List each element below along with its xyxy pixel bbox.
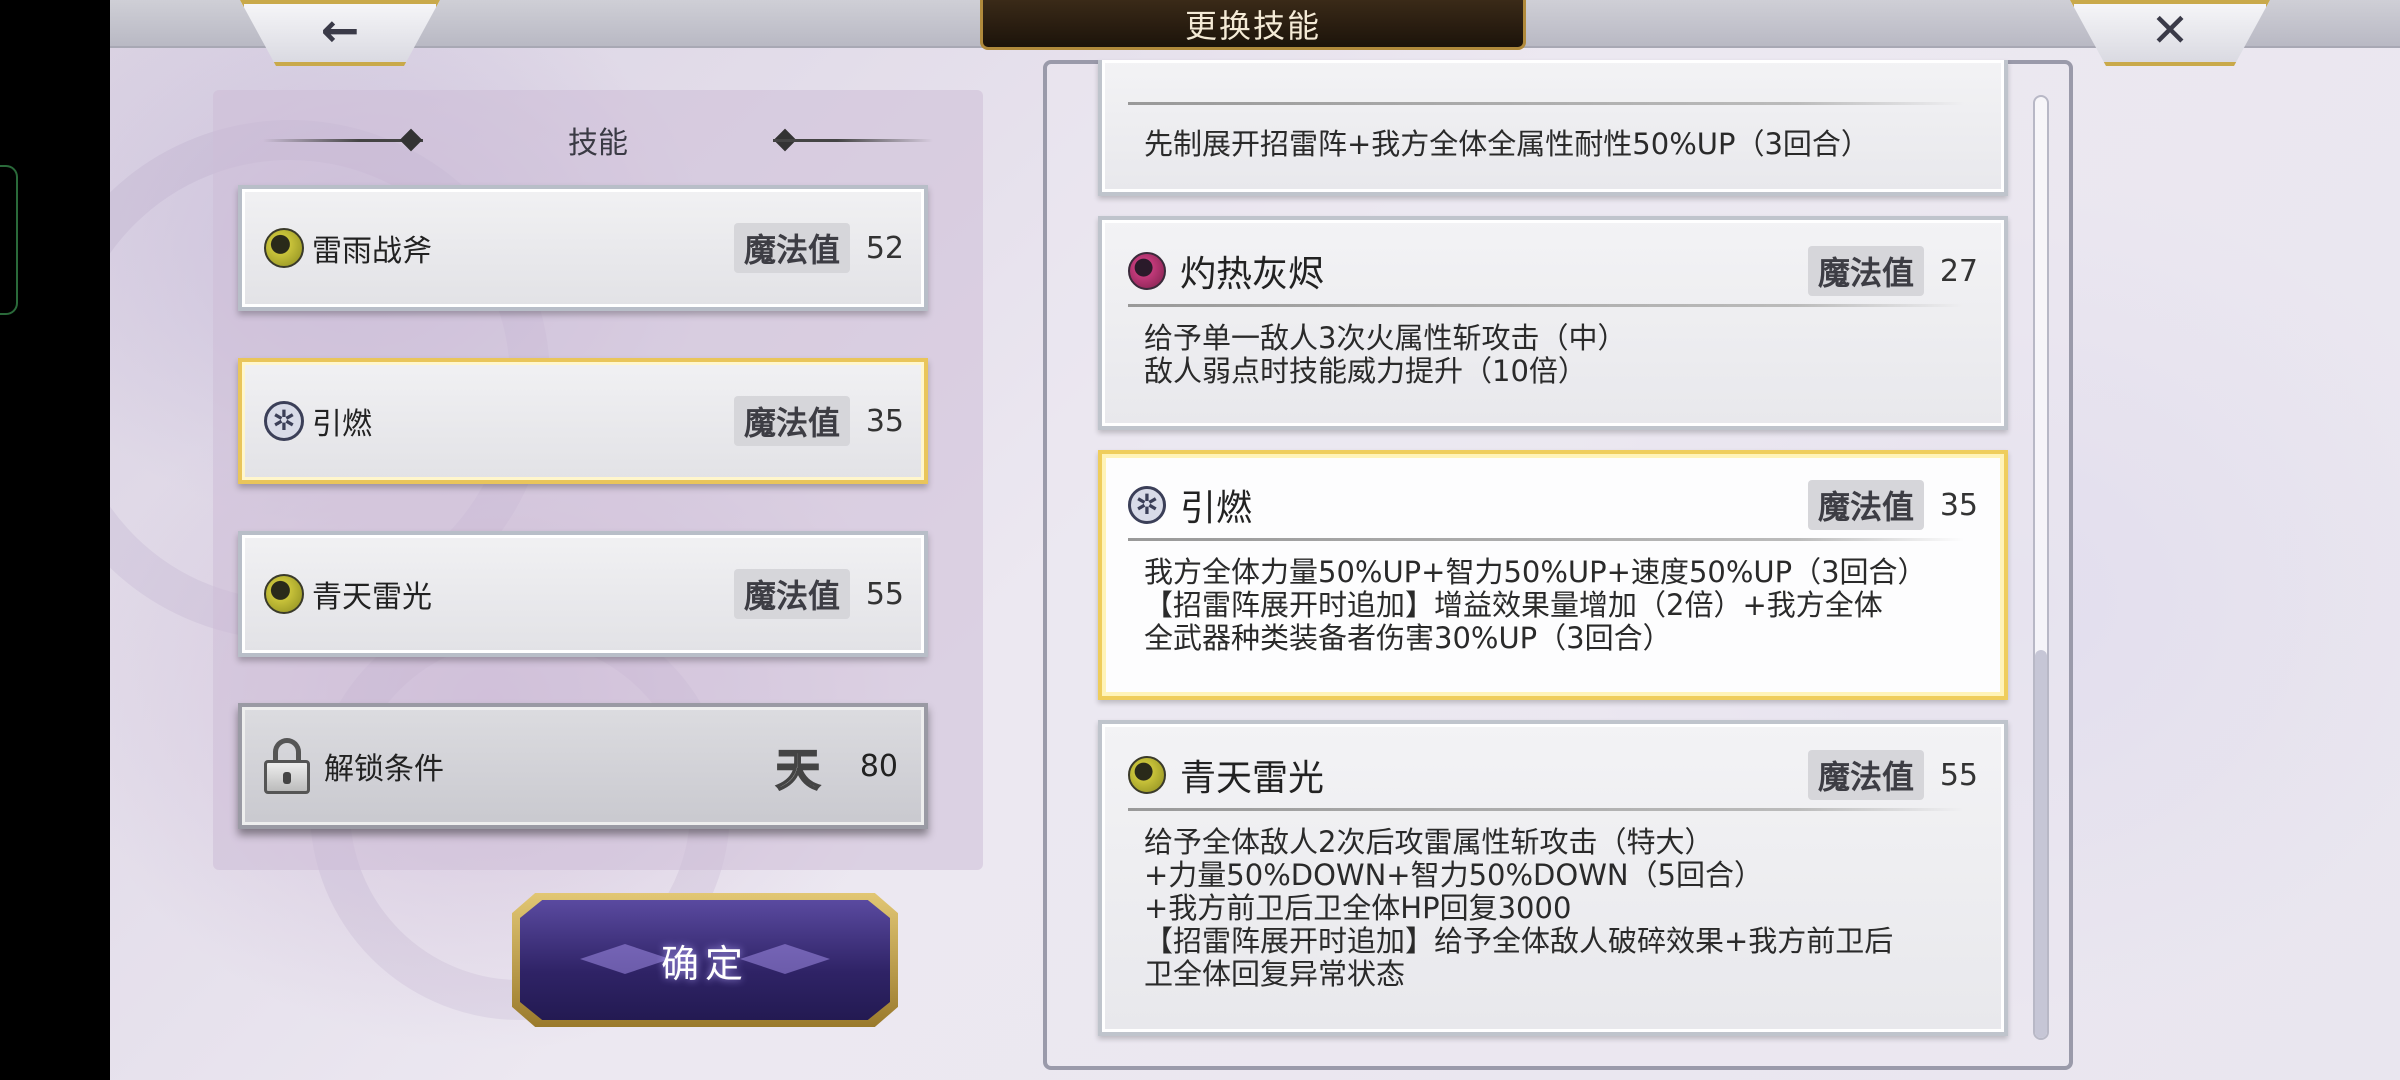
card-header: 灼热灰烬 魔法值 27 [1128,246,1978,296]
card-divider [1128,304,1964,307]
skill-name: 青天雷光 [1180,758,1325,799]
edge-handle[interactable] [0,165,18,315]
mp-value: 27 [1939,253,1978,289]
mp-value: 55 [1939,757,1978,793]
thunder-orb-icon [264,228,304,268]
detail-card-fire[interactable]: 灼热灰烬 魔法值 27 给予单一敌人3次火属性斩攻击（中） 敌人弱点时技能威力提… [1098,216,2008,430]
detail-card-partial[interactable]: 先制展开招雷阵+我方全体全属性耐性50%UP（3回合） [1098,60,2008,196]
mp-value: 55 [865,576,904,612]
card-header: 青天雷光 魔法值 55 [1128,750,1978,800]
detail-card-thunder[interactable]: 青天雷光 魔法值 55 给予全体敌人2次后攻雷属性斩攻击（特大） +力量50%D… [1098,720,2008,1036]
mp-label: 魔法值 [1807,480,1924,530]
fire-orb-icon [1128,252,1166,290]
skill-description: 给予单一敌人3次火属性斩攻击（中） 敌人弱点时技能威力提升（10倍） [1144,321,1627,388]
panel-title: 技能 [568,126,628,161]
lock-icon [264,738,310,794]
skill-name: 青天雷光 [312,580,432,615]
card-divider [1128,538,1964,541]
mp-value: 35 [1939,487,1978,523]
skill-description: 给予全体敌人2次后攻雷属性斩攻击（特大） +力量50%DOWN+智力50%DOW… [1144,825,1894,991]
card-header: ✲ 引燃 魔法值 35 [1128,480,1978,530]
skill-slot-1[interactable]: 雷雨战斧 魔法值 52 [238,185,928,311]
thunder-orb-icon [264,574,304,614]
button-ornament [740,944,830,974]
skill-name: 雷雨战斧 [312,234,432,269]
locked-skill-slot[interactable]: 解锁条件 天 80 [238,703,928,829]
rank-glyph: 天 [775,744,821,797]
unlock-value: 80 [859,748,898,784]
skill-description: 先制展开招雷阵+我方全体全属性耐性50%UP（3回合） [1144,127,1870,161]
header-ornament [399,128,423,152]
close-button-frame [2070,0,2270,66]
mp-label: 魔法值 [733,396,850,446]
header-ornament [773,139,933,142]
back-button[interactable]: ← [240,0,440,66]
mp-label: 魔法值 [1807,750,1924,800]
skill-name: 引燃 [1180,488,1253,529]
mp-value: 35 [865,403,904,439]
card-divider [1128,808,1964,811]
ignite-gear-icon: ✲ [264,401,304,441]
scrollbar-thumb[interactable] [2035,650,2047,1038]
mp-label: 魔法值 [733,569,850,619]
page-title: 更换技能 [980,0,1526,50]
skill-slot-2[interactable]: ✲ 引燃 魔法值 35 [238,358,928,484]
skill-description: 我方全体力量50%UP+智力50%UP+速度50%UP（3回合） 【招雷阵展开时… [1144,555,1927,655]
panel-header: 技能 [213,120,983,161]
device-edge [0,0,110,1080]
mp-label: 魔法值 [1807,246,1924,296]
confirm-button[interactable]: 确定 [520,900,890,1020]
ignite-gear-icon: ✲ [1128,486,1166,524]
thunder-orb-icon [1128,756,1166,794]
mp-value: 52 [865,230,904,266]
confirm-label: 确定 [660,941,749,986]
skill-name: 灼热灰烬 [1180,254,1325,295]
card-divider [1128,102,1964,105]
skill-name: 引燃 [312,407,372,442]
equipped-skills-panel: 技能 雷雨战斧 魔法值 52 ✲ 引燃 魔法值 35 青天雷光 魔法值 55 解… [213,90,983,870]
unlock-condition-label: 解锁条件 [324,752,444,787]
close-button[interactable]: ✕ [2070,0,2270,66]
skill-slot-3[interactable]: 青天雷光 魔法值 55 [238,531,928,657]
detail-card-ignite[interactable]: ✲ 引燃 魔法值 35 我方全体力量50%UP+智力50%UP+速度50%UP（… [1098,450,2008,700]
button-ornament [580,944,670,974]
back-button-frame [240,0,440,66]
mp-label: 魔法值 [733,223,850,273]
